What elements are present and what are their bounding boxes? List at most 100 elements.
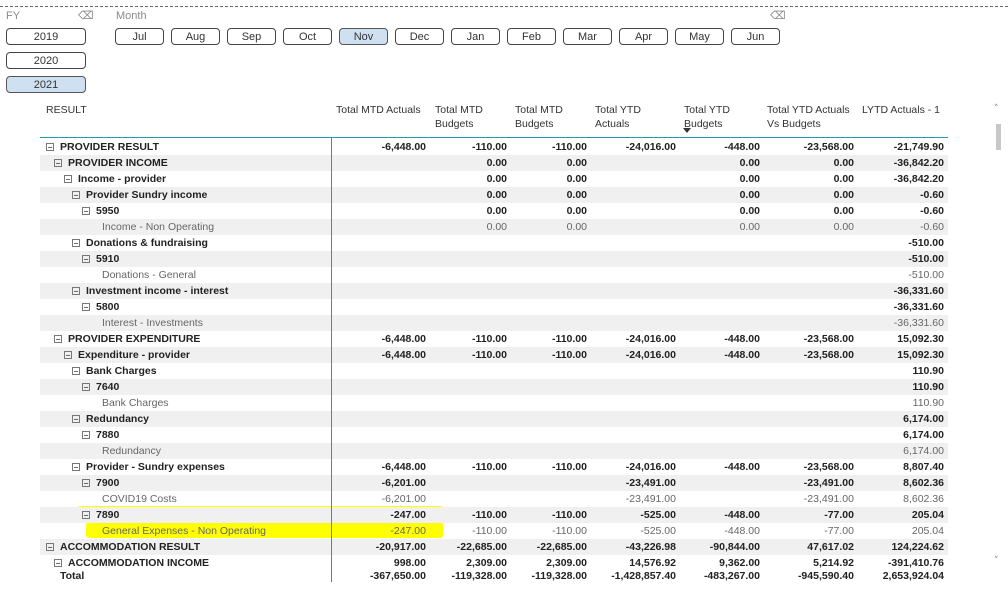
fy-slicer-title: FY [6, 10, 21, 22]
value-cell: -77.00 [824, 525, 854, 537]
header-lytd[interactable]: LYTD Actuals - 1 [862, 103, 940, 117]
header-result[interactable]: RESULT [46, 103, 87, 117]
value-cell: 15,092.30 [897, 349, 944, 361]
value-cell: 110.90 [912, 397, 944, 409]
row-label: PROVIDER EXPENDITURE [68, 333, 201, 345]
fy-option-2019[interactable]: 2019 [6, 28, 86, 45]
row-header: −7640 [82, 379, 119, 395]
month-option-sep[interactable]: Sep [227, 28, 276, 45]
collapse-toggle-icon[interactable]: − [72, 463, 80, 472]
value-cell: -24,016.00 [625, 333, 676, 345]
fy-option-2021[interactable]: 2021 [6, 76, 86, 93]
value-cell: 47,617.02 [807, 541, 854, 553]
value-cell: -90,844.00 [709, 541, 760, 553]
collapse-toggle-icon[interactable]: − [54, 559, 62, 568]
value-cell: -6,448.00 [381, 349, 426, 361]
month-option-feb[interactable]: Feb [507, 28, 556, 45]
collapse-toggle-icon[interactable]: − [82, 303, 90, 312]
row-header: − Expenditure - provider [64, 347, 190, 363]
value-cell: -110.00 [552, 525, 587, 537]
value-cell: 8,602.36 [903, 477, 944, 489]
chevron-up-icon[interactable]: ˄ [994, 104, 999, 114]
value-cell: 0.00 [833, 205, 854, 217]
value-cell: 0.00 [833, 221, 854, 233]
month-option-mar[interactable]: Mar [563, 28, 612, 45]
month-option-jun[interactable]: Jun [731, 28, 780, 45]
collapse-toggle-icon[interactable]: − [72, 367, 80, 376]
value-cell: 0.00 [739, 189, 760, 201]
header-mtd-budgets-1[interactable]: Total MTD Budgets [435, 103, 483, 131]
value-cell: 0.00 [486, 205, 507, 217]
collapse-toggle-icon[interactable]: − [82, 431, 90, 440]
month-option-dec[interactable]: Dec [395, 28, 444, 45]
collapse-toggle-icon[interactable]: − [82, 255, 90, 264]
month-option-oct[interactable]: Oct [283, 28, 332, 45]
header-ytd-actuals[interactable]: Total YTD Actuals [595, 103, 641, 131]
table-row: −5910 -510.00 [40, 251, 948, 267]
value-cell: -448.00 [724, 509, 760, 521]
total-label: Total [60, 570, 85, 582]
value-cell: -23,568.00 [803, 461, 854, 473]
row-label: Interest - Investments [102, 317, 203, 329]
collapse-toggle-icon[interactable]: − [46, 543, 54, 552]
table-row: − Expenditure - provider -6,448.00 -110.00 -… [40, 347, 948, 363]
collapse-toggle-icon[interactable]: − [82, 511, 90, 520]
total-cell: -945,590.40 [797, 570, 854, 582]
row-header: − Redundancy [72, 411, 149, 427]
chevron-down-icon[interactable]: ˅ [994, 556, 999, 566]
collapse-toggle-icon[interactable]: − [82, 479, 90, 488]
total-cell: -1,428,857.40 [611, 570, 676, 582]
collapse-toggle-icon[interactable]: − [46, 143, 54, 152]
collapse-toggle-icon[interactable]: − [54, 335, 62, 344]
collapse-toggle-icon[interactable]: − [64, 175, 72, 184]
month-option-aug[interactable]: Aug [171, 28, 220, 45]
value-cell: -110.00 [471, 509, 507, 521]
row-label: ACCOMMODATION INCOME [68, 557, 209, 569]
value-cell: -21,749.90 [893, 141, 944, 153]
total-cell: -119,328.00 [451, 570, 507, 582]
value-cell: 0.00 [486, 189, 507, 201]
month-option-jul[interactable]: Jul [115, 28, 164, 45]
header-mtd-budgets-2[interactable]: Total MTD Budgets [515, 103, 563, 131]
row-label: Income - Non Operating [102, 221, 215, 233]
header-ytd-budgets[interactable]: Total YTD Budgets [684, 103, 730, 131]
table-row: −5950 0.00 0.00 0.00 0.00 -0.60 [40, 203, 948, 219]
collapse-toggle-icon[interactable]: − [82, 383, 90, 392]
table-row: Income - Non Operating 0.00 0.00 0.00 0.00 -0… [40, 219, 948, 235]
total-row: Total -367,650.00 -119,328.00 -119,328.00 -1… [40, 571, 948, 583]
row-label: Bank Charges [86, 365, 157, 377]
value-cell: 6,174.00 [903, 445, 944, 457]
value-cell: 110.90 [912, 381, 944, 393]
collapse-toggle-icon[interactable]: − [72, 239, 80, 248]
value-cell: -24,016.00 [625, 141, 676, 153]
value-cell: -23,568.00 [803, 333, 854, 345]
month-option-may[interactable]: May [675, 28, 724, 45]
collapse-toggle-icon[interactable]: − [54, 159, 62, 168]
month-option-nov[interactable]: Nov [339, 28, 388, 45]
vertical-scrollbar[interactable]: ˄ ˅ [994, 104, 1004, 574]
scrollbar-thumb[interactable] [996, 124, 1001, 150]
value-cell: 5,214.92 [813, 557, 854, 569]
collapse-toggle-icon[interactable]: − [82, 207, 90, 216]
table-row: −7880 6,174.00 [40, 427, 948, 443]
fy-option-2020[interactable]: 2020 [6, 52, 86, 69]
value-cell: -36,842.20 [893, 173, 944, 185]
value-cell: 0.00 [833, 189, 854, 201]
month-option-apr[interactable]: Apr [619, 28, 668, 45]
row-header: − Provider Sundry income [72, 187, 207, 203]
month-option-jan[interactable]: Jan [451, 28, 500, 45]
header-ytd-vs-budgets[interactable]: Total YTD Actuals Vs Budgets [767, 103, 850, 131]
collapse-toggle-icon[interactable]: − [72, 415, 80, 424]
eraser-icon[interactable]: ⌫ [78, 10, 94, 21]
row-header: −7880 [82, 427, 119, 443]
row-label: Provider - Sundry expenses [86, 461, 225, 473]
collapse-toggle-icon[interactable]: − [72, 287, 80, 296]
collapse-toggle-icon[interactable]: − [72, 191, 80, 200]
value-cell: -23,491.00 [625, 477, 676, 489]
header-divider [40, 137, 948, 138]
row-label: 5910 [96, 253, 120, 265]
collapse-toggle-icon[interactable]: − [64, 351, 72, 360]
value-cell: 0.00 [739, 205, 760, 217]
header-mtd-actuals[interactable]: Total MTD Actuals [336, 103, 421, 117]
eraser-icon[interactable]: ⌫ [770, 10, 786, 21]
